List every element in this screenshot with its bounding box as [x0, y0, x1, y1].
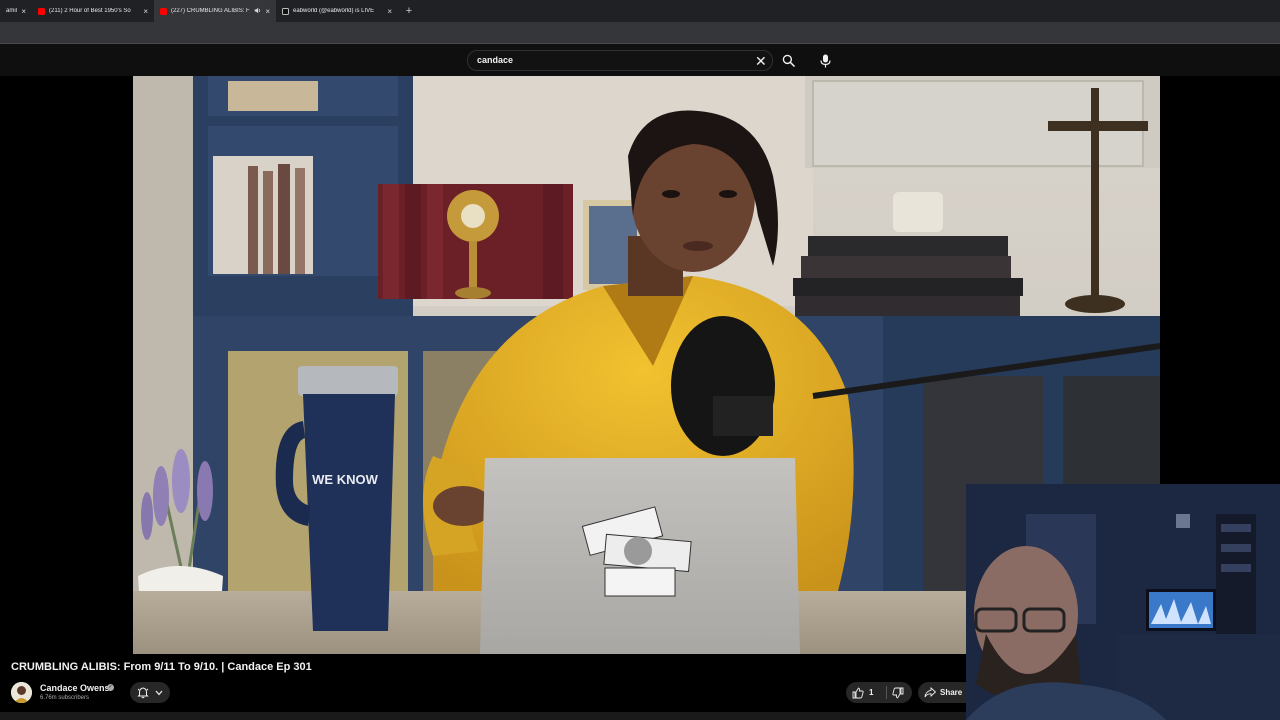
new-tab-button[interactable]: + — [398, 0, 420, 22]
like-divider — [886, 686, 887, 699]
laptop — [480, 458, 800, 654]
notification-bell-button[interactable] — [130, 682, 170, 703]
youtube-favicon-icon — [160, 7, 167, 15]
browser-tab-4[interactable]: eabworld (@eabworld) is LIVE × — [276, 0, 398, 22]
like-dislike-group: 1 — [846, 682, 912, 703]
browser-tab-1[interactable]: amil × — [0, 0, 32, 22]
tab-close-icon[interactable]: × — [265, 7, 270, 16]
tab-close-icon[interactable]: × — [143, 7, 148, 16]
tab-title: (211) 2 Hour of Best 1950's So — [49, 8, 131, 14]
webcam-overlay — [966, 484, 1280, 720]
search-query[interactable]: candace — [477, 55, 513, 65]
browser-tab-strip: amil × (211) 2 Hour of Best 1950's So × … — [0, 0, 1280, 22]
channel-name[interactable]: Candace Owens — [40, 683, 110, 693]
avatar-image — [11, 682, 32, 703]
microphone-icon — [820, 54, 831, 67]
search-icon — [782, 54, 795, 67]
mug-text: WE KNOW — [312, 472, 378, 487]
like-count: 1 — [869, 688, 874, 697]
video-title: CRUMBLING ALIBIS: From 9/11 To 9/10. | C… — [11, 661, 312, 673]
bell-icon — [137, 686, 149, 698]
tab-close-icon[interactable]: × — [21, 7, 26, 16]
tab-close-icon[interactable]: × — [387, 7, 392, 16]
youtube-favicon-icon — [38, 7, 45, 15]
bottom-strip — [0, 712, 966, 720]
browser-toolbar — [0, 22, 1280, 44]
verified-badge-icon: ✓ — [107, 684, 114, 691]
channel-avatar[interactable] — [11, 682, 32, 703]
share-icon — [924, 687, 936, 698]
tab-title: amil — [6, 8, 18, 14]
browser-tab-3[interactable]: (227) CRUMBLING ALIBIS: F × — [154, 0, 276, 22]
webcam-feed — [966, 484, 1280, 720]
tab-title: (227) CRUMBLING ALIBIS: F — [171, 8, 250, 14]
tab-title: eabworld (@eabworld) is LIVE — [293, 8, 375, 14]
clear-search-icon[interactable]: ✕ — [755, 52, 767, 70]
share-label: Share — [940, 688, 963, 697]
share-button[interactable]: Share — [918, 682, 966, 703]
thumbs-down-icon — [892, 687, 904, 699]
thumbs-up-icon — [852, 686, 864, 698]
subscriber-count: 6.76m subscribers — [40, 695, 90, 701]
tiktok-favicon-icon — [282, 7, 289, 15]
chevron-down-icon — [155, 690, 163, 695]
dislike-button[interactable] — [890, 685, 906, 700]
search-input[interactable]: candace ✕ — [467, 50, 773, 71]
voice-search-button[interactable] — [815, 50, 836, 71]
speaker-icon[interactable] — [254, 7, 261, 16]
youtube-header: candace ✕ — [0, 44, 1280, 76]
like-button[interactable]: 1 — [852, 685, 873, 700]
search-button[interactable] — [777, 50, 799, 71]
browser-tab-2[interactable]: (211) 2 Hour of Best 1950's So × — [32, 0, 154, 22]
